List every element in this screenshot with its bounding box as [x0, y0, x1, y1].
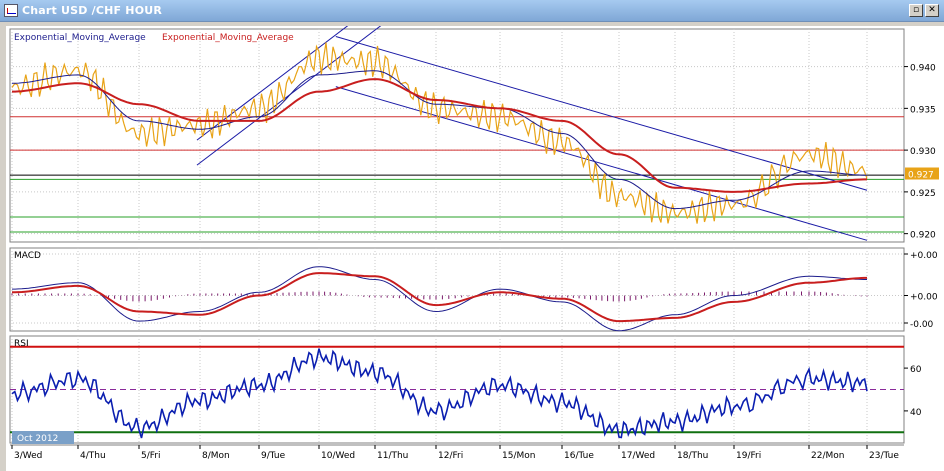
legend-ema-fast: Exponential_Moving_Average — [14, 33, 146, 43]
x-tick-label: 9/Tue — [261, 451, 286, 461]
restore-button[interactable]: ▫ — [909, 4, 923, 17]
y-tick-label: 40 — [910, 408, 922, 418]
x-tick-label: 5/Fri — [141, 451, 160, 461]
x-tick-label: 8/Mon — [202, 451, 230, 461]
x-tick-label: 23/Tue — [869, 451, 899, 461]
y-tick-label: 0.930 — [910, 147, 936, 157]
x-tick-label: 4/Thu — [80, 451, 106, 461]
window-titlebar: Chart USD /CHF HOUR ▫ ✕ — [0, 0, 944, 22]
macd-panel-title: MACD — [14, 251, 41, 261]
period-label: Oct 2012 — [17, 434, 58, 444]
y-tick-label: 0.925 — [910, 189, 936, 199]
x-tick-label: 12/Fri — [438, 451, 463, 461]
y-tick-label: -0.00 — [910, 320, 934, 330]
x-tick-label: 16/Tue — [564, 451, 594, 461]
x-tick-label: 15/Mon — [502, 451, 535, 461]
rsi-panel-title: RSI — [14, 339, 29, 349]
y-tick-label: 60 — [910, 365, 922, 375]
y-tick-label: 0.920 — [910, 231, 936, 241]
legend-ema-slow: Exponential_Moving_Average — [162, 33, 294, 43]
x-tick-label: 17/Wed — [621, 451, 655, 461]
chart-area[interactable]: 3/Wed 4/Thu 5/Fri 8/Mon 9/Tue 10/Wed 11/Thu 12/… — [6, 26, 944, 471]
chart-svg[interactable]: 3/Wed 4/Thu 5/Fri 8/Mon 9/Tue 10/Wed 11/Thu 12/… — [6, 26, 944, 471]
y-tick-label: 0.940 — [910, 64, 936, 74]
y-tick-label: +0.00 — [910, 293, 938, 303]
x-tick-label: 10/Wed — [321, 451, 355, 461]
y-tick-label: 0.935 — [910, 105, 936, 115]
x-tick-label: 18/Thu — [677, 451, 708, 461]
x-tick-label: 3/Wed — [14, 451, 42, 461]
close-button[interactable]: ✕ — [925, 4, 939, 17]
macd-panel — [9, 247, 905, 332]
x-tick-label: 11/Thu — [377, 451, 408, 461]
y-tick-label: +0.00 — [910, 251, 938, 261]
current-price-label: 0.927 — [908, 171, 934, 181]
price-panel — [9, 28, 905, 243]
x-tick-label: 22/Mon — [811, 451, 844, 461]
x-tick-label: 19/Fri — [736, 451, 761, 461]
window-title: Chart USD /CHF HOUR — [22, 4, 163, 17]
chart-app-icon — [4, 4, 18, 17]
